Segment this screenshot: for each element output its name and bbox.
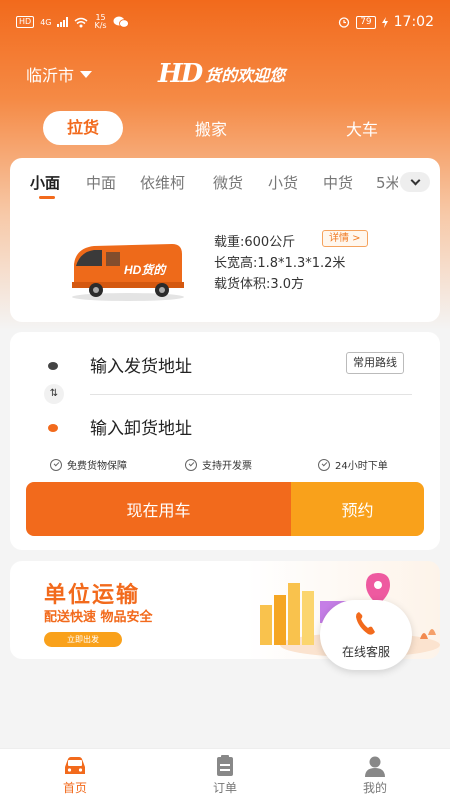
order-actions: 现在用车 预约 [26,482,424,536]
vehicle-tab-medium-truck[interactable]: 中货 [323,172,353,193]
guarantee-label: 支持开发票 [202,461,252,472]
network-type: 4G [40,17,52,27]
guarantee-item: 支持开发票 [185,457,252,472]
van-logo: HD货的 [124,263,167,277]
chevron-down-icon [410,175,420,185]
banner-go-button[interactable]: 立即出发 [44,632,122,647]
van-image: HD货的 [72,244,184,301]
details-button[interactable]: 详情 > [322,230,368,247]
tab-moving[interactable]: 搬家 [195,116,227,140]
swap-addresses-icon[interactable]: ⇅ [44,384,64,404]
customer-service-button[interactable]: 在线客服 [320,600,412,670]
to-address-row[interactable]: 输入卸货地址 [10,406,440,446]
vehicle-tab-iveco[interactable]: 依维柯 [140,172,185,193]
more-vehicles-button[interactable] [400,172,430,192]
vehicle-type-tabs: 小面 中面 依维柯 微货 小货 中货 5米 [10,158,440,206]
car-icon [65,757,85,774]
welcome-text: 货的欢迎您 [205,66,286,85]
guarantee-item: 24小时下单 [318,457,388,472]
alarm-icon [339,17,350,28]
origin-dot-icon [48,362,58,370]
charging-icon [381,16,388,28]
nav-home[interactable]: 首页 [35,755,115,796]
logo-mark: HD [158,59,203,89]
brand-logo: HD 货的欢迎您 [158,59,285,89]
clock: 17:02 [393,14,434,30]
banner-title: 单位运输 [44,583,141,608]
vehicle-tab-mini-truck[interactable]: 微货 [213,172,243,193]
active-tab-indicator [39,196,55,199]
service-guarantees: 免费货物保障 支持开发票 24小时下单 [10,457,440,473]
phone-icon [356,612,375,635]
guarantee-label: 免费货物保障 [67,461,127,472]
spec-dimensions: 长宽高:1.8*1.3*1.2米 [214,256,346,271]
nav-home-label: 首页 [62,781,87,795]
customer-service-label: 在线客服 [341,645,390,659]
use-now-button[interactable]: 现在用车 [26,482,291,536]
spec-volume: 载货体积:3.0方 [214,277,305,292]
network-speed: 15 K/s [94,14,106,30]
check-circle-icon [318,458,330,471]
city-selector[interactable]: 临沂市 [26,62,93,86]
user-icon [365,756,385,777]
bottom-navigation: 首页 订单 我的 [0,748,450,800]
check-circle-icon [50,458,62,471]
city-name: 临沂市 [26,66,75,85]
vehicle-tab-5m[interactable]: 5米 [376,172,398,193]
status-bar: HD 4G 15 K/s 79 17:02 [0,0,450,44]
check-circle-icon [185,458,197,471]
book-button[interactable]: 预约 [291,482,424,536]
signal-icon [57,17,69,27]
nav-orders-label: 订单 [212,781,237,795]
app-header: 临沂市 HD 货的欢迎您 [0,52,450,96]
guarantee-item: 免费货物保障 [50,457,127,472]
banner-subtitle: 配送快速 物品安全 [44,610,153,625]
address-card: 输入发货地址 常用路线 ⇅ 输入卸货地址 免费货物保障 支持开发票 24小时下单… [10,332,440,550]
tab-freight[interactable]: 拉货 [43,111,123,145]
to-address-input[interactable]: 输入卸货地址 [90,414,192,439]
from-address-row[interactable]: 输入发货地址 常用路线 [10,344,440,384]
common-routes-button[interactable]: 常用路线 [346,352,404,374]
caret-down-icon [80,70,93,78]
vehicle-tab-small-van[interactable]: 小面 [30,172,60,193]
guarantee-label: 24小时下单 [335,461,388,472]
nav-profile[interactable]: 我的 [335,755,415,796]
address-divider [90,394,412,395]
hd-badge: HD [16,16,35,28]
wifi-icon [75,17,88,27]
vehicle-tab-small-truck[interactable]: 小货 [268,172,298,193]
nav-profile-label: 我的 [362,781,387,795]
wechat-icon [113,16,129,28]
from-address-input[interactable]: 输入发货地址 [90,352,192,377]
tab-large-truck[interactable]: 大车 [346,116,378,140]
speed-unit: K/s [94,21,107,30]
clipboard-icon [217,755,233,776]
service-tabs: 拉货 搬家 大车 [0,108,450,148]
vehicle-tab-medium-van[interactable]: 中面 [86,172,116,193]
destination-dot-icon [48,424,58,432]
nav-orders[interactable]: 订单 [185,755,265,796]
battery-icon: 79 [356,15,376,29]
vehicle-card: 小面 中面 依维柯 微货 小货 中货 5米 HD货的 载重:600公斤 长宽高:… [10,158,440,322]
